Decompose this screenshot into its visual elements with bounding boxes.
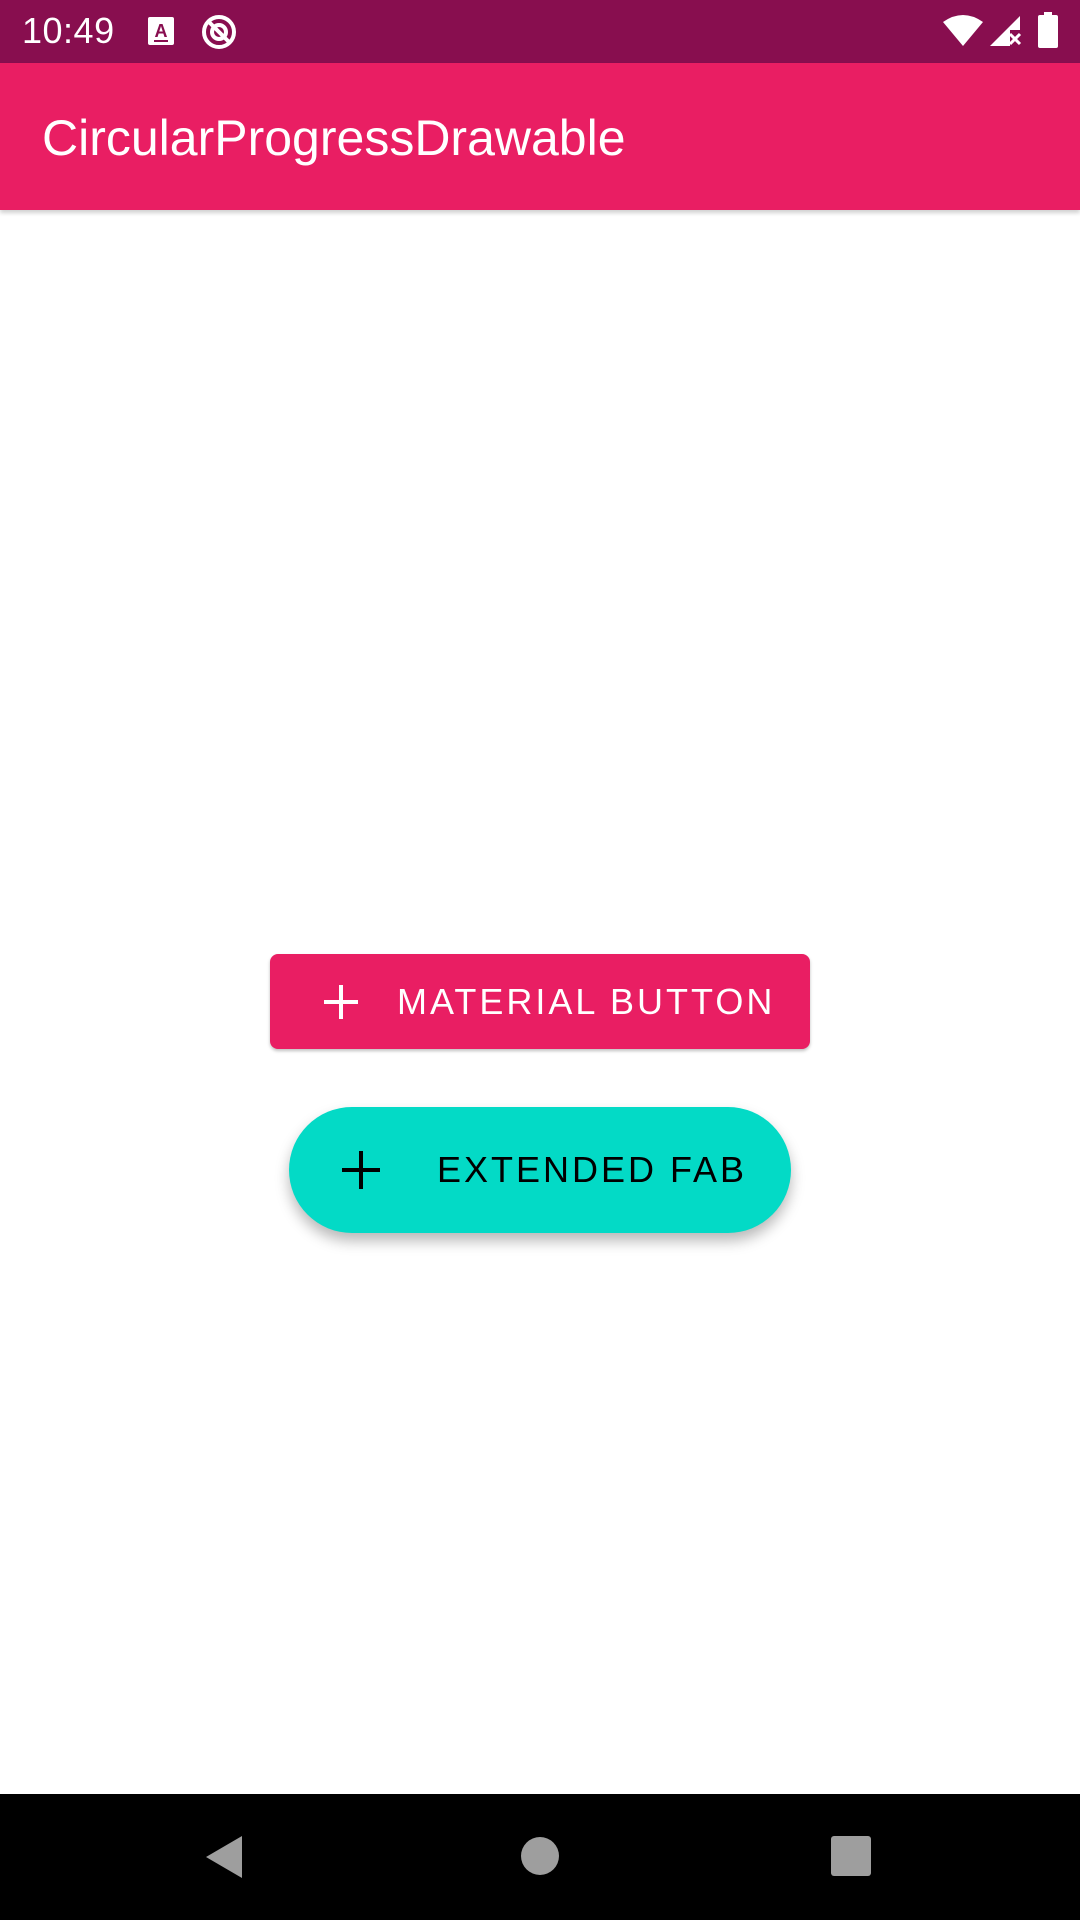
- home-icon[interactable]: [520, 1836, 560, 1881]
- plus-icon: [342, 1151, 380, 1189]
- material-button[interactable]: MATERIAL BUTTON: [270, 954, 810, 1049]
- battery-icon: [1038, 12, 1058, 53]
- status-time: 10:49: [22, 10, 115, 51]
- navigation-bar: [0, 1794, 1080, 1920]
- screen: 10:49 A CircularProgressDrawable MATERIA…: [0, 0, 1080, 1920]
- svg-text:A: A: [155, 21, 168, 41]
- cell-signal-icon: [988, 14, 1022, 53]
- page-title: CircularProgressDrawable: [42, 110, 626, 166]
- material-button-label: MATERIAL BUTTON: [397, 981, 776, 1022]
- extended-fab-label: EXTENDED FAB: [437, 1149, 748, 1190]
- back-icon[interactable]: [204, 1834, 244, 1885]
- app-bar: CircularProgressDrawable: [0, 63, 1080, 210]
- sync-disabled-icon: [200, 13, 238, 56]
- wifi-icon: [943, 14, 983, 53]
- status-bar: 10:49 A: [0, 0, 1080, 63]
- extended-fab[interactable]: EXTENDED FAB: [289, 1107, 791, 1233]
- recents-icon[interactable]: [831, 1836, 871, 1881]
- plus-icon: [322, 983, 360, 1021]
- notification-a-icon: A: [147, 16, 175, 51]
